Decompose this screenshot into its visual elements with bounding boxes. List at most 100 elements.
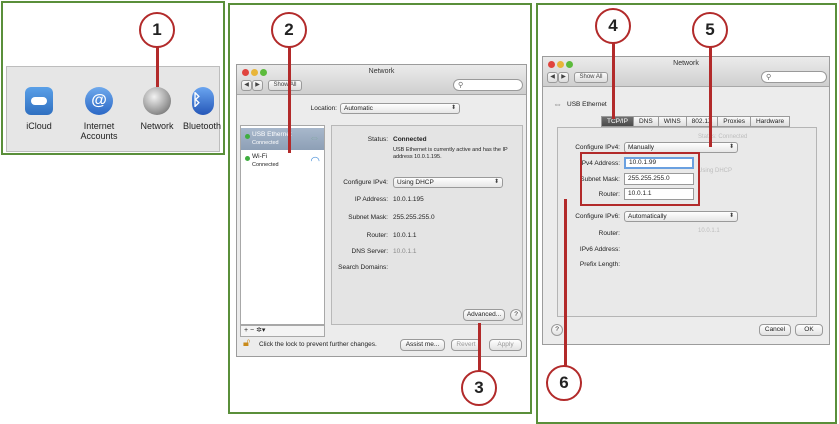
- tab-dns[interactable]: DNS: [632, 116, 659, 127]
- configure-ipv4-label: Configure IPv4:: [343, 179, 388, 186]
- callout-leader: [564, 199, 567, 371]
- back-button[interactable]: ◀: [547, 72, 558, 83]
- apply-button[interactable]: Apply: [489, 339, 522, 351]
- title-bar: Network ◀ ▶ Show All ⚲: [543, 57, 829, 87]
- service-name: Wi-Fi: [252, 153, 268, 160]
- ipv6-router-label: Router:: [598, 230, 620, 237]
- tab-hardware[interactable]: Hardware: [749, 116, 791, 127]
- service-name: USB Ethernet: [252, 131, 292, 138]
- bluetooth-icon: ᛒ: [192, 87, 214, 115]
- device-name: USB Ethernet: [567, 101, 607, 108]
- search-domains-label: Search Domains:: [338, 264, 388, 271]
- callout-5: 5: [692, 12, 728, 48]
- ethernet-arrows-icon: ⇔: [553, 99, 562, 109]
- window-title: Network: [673, 60, 699, 67]
- status-description: USB Ethernet is currently active and has…: [393, 147, 508, 160]
- pref-label: Bluetooth: [183, 121, 222, 131]
- dns-server-value: 10.0.1.1: [393, 248, 417, 255]
- preferences-row: iCloud @ Internet Accounts Network ᛒ Blu…: [6, 66, 223, 152]
- search-field[interactable]: ⚲: [453, 79, 523, 91]
- search-field[interactable]: ⚲: [761, 71, 827, 83]
- help-button[interactable]: ?: [510, 309, 522, 321]
- configure-ipv6-label: Configure IPv6:: [575, 213, 620, 220]
- subnet-mask-value: 255.255.255.0: [393, 214, 435, 221]
- icloud-icon: [25, 87, 53, 115]
- lock-text: Click the lock to prevent further change…: [259, 341, 377, 348]
- location-select[interactable]: Automatic ⬍: [340, 103, 460, 114]
- chevron-updown-icon: ⬍: [728, 213, 734, 219]
- at-sign-icon: @: [85, 87, 113, 115]
- forward-button[interactable]: ▶: [558, 72, 569, 83]
- tab-tcpip[interactable]: TCP/IP: [601, 116, 634, 127]
- advanced-button[interactable]: Advanced...: [463, 309, 505, 321]
- configure-ipv4-label: Configure IPv4:: [575, 144, 620, 151]
- back-button[interactable]: ◀: [241, 80, 252, 91]
- network-window: Network ◀ ▶ Show All ⚲ Location: Automat…: [236, 64, 527, 357]
- title-bar: Network ◀ ▶ Show All ⚲: [237, 65, 526, 95]
- tab-bar: TCP/IP DNS WINS 802.1X Proxies Hardware: [601, 116, 791, 127]
- ok-button[interactable]: OK: [795, 324, 823, 336]
- pref-icloud[interactable]: iCloud: [9, 87, 69, 131]
- status-dot: [245, 156, 250, 161]
- callout-6: 6: [546, 365, 582, 401]
- pref-label: Internet Accounts: [80, 121, 118, 141]
- wifi-icon: ◠: [310, 155, 320, 167]
- service-status: Connected: [252, 162, 279, 168]
- network-panel: Network ◀ ▶ Show All ⚲ Location: Automat…: [228, 3, 532, 414]
- highlight-box: [580, 152, 700, 206]
- ipv6-address-label: IPv6 Address:: [579, 246, 620, 253]
- cancel-button[interactable]: Cancel: [759, 324, 791, 336]
- tab-8021x[interactable]: 802.1X: [685, 116, 719, 127]
- window-title: Network: [368, 68, 395, 75]
- configure-ipv4-value: Using DHCP: [397, 179, 434, 186]
- background-text: 10.0.1.1: [698, 228, 720, 234]
- revert-button[interactable]: Revert: [451, 339, 481, 351]
- dns-server-label: DNS Server:: [351, 248, 388, 255]
- service-usb-ethernet[interactable]: USB Ethernet Connected ⇔: [241, 128, 324, 150]
- router-label: Router:: [366, 232, 388, 239]
- background-text: Status: Connected: [698, 134, 748, 140]
- lock-icon[interactable]: 🔓︎: [243, 337, 250, 350]
- service-tools[interactable]: + − ✲▾: [240, 325, 325, 337]
- assist-me-button[interactable]: Assist me...: [400, 339, 445, 351]
- callout-leader: [288, 45, 291, 153]
- configure-ipv4-value: Manually: [628, 144, 655, 151]
- show-all-button[interactable]: Show All: [268, 80, 302, 91]
- pref-internet-accounts[interactable]: @ Internet Accounts: [69, 87, 129, 141]
- status-dot: [245, 134, 250, 139]
- advanced-network-panel: Network ◀ ▶ Show All ⚲ ⇔ USB Ethernet St…: [536, 3, 837, 424]
- service-wifi[interactable]: Wi-Fi Connected ◠: [241, 150, 324, 172]
- configure-ipv6-value: Automatically: [628, 213, 667, 220]
- callout-leader: [612, 41, 615, 119]
- system-preferences-panel: iCloud @ Internet Accounts Network ᛒ Blu…: [1, 1, 225, 155]
- forward-button[interactable]: ▶: [252, 80, 263, 91]
- ethernet-arrows-icon: ⇔: [309, 132, 320, 144]
- router-value: 10.0.1.1: [393, 232, 417, 239]
- callout-leader: [478, 323, 481, 373]
- background-text: Using DHCP: [698, 168, 733, 174]
- network-globe-icon: [143, 87, 171, 115]
- pref-bluetooth[interactable]: ᛒ Bluetooth: [183, 87, 223, 131]
- callout-1: 1: [139, 12, 175, 48]
- service-details: Status: Connected USB Ethernet is curren…: [331, 125, 523, 325]
- pref-label: iCloud: [26, 121, 52, 131]
- help-button[interactable]: ?: [551, 324, 563, 336]
- pref-network[interactable]: Network: [127, 87, 187, 131]
- prefix-length-label: Prefix Length:: [579, 261, 620, 268]
- tab-wins[interactable]: WINS: [657, 116, 687, 127]
- configure-ipv4-select[interactable]: Using DHCP ⬍: [393, 177, 503, 188]
- tab-proxies[interactable]: Proxies: [717, 116, 751, 127]
- ip-address-label: IP Address:: [354, 196, 388, 203]
- ip-address-value: 10.0.1.195: [393, 196, 424, 203]
- show-all-button[interactable]: Show All: [574, 72, 608, 83]
- search-icon: ⚲: [458, 82, 464, 89]
- advanced-sheet: Status: Connected Using DHCP 10.0.1.1 Co…: [557, 127, 817, 317]
- status-value: Connected: [393, 136, 427, 143]
- chevron-updown-icon: ⬍: [450, 105, 456, 111]
- callout-4: 4: [595, 8, 631, 44]
- search-icon: ⚲: [766, 74, 772, 81]
- configure-ipv6-select[interactable]: Automatically ⬍: [624, 211, 738, 222]
- location-value: Automatic: [344, 105, 373, 112]
- chevron-updown-icon: ⬍: [728, 144, 734, 150]
- service-status: Connected: [252, 140, 279, 146]
